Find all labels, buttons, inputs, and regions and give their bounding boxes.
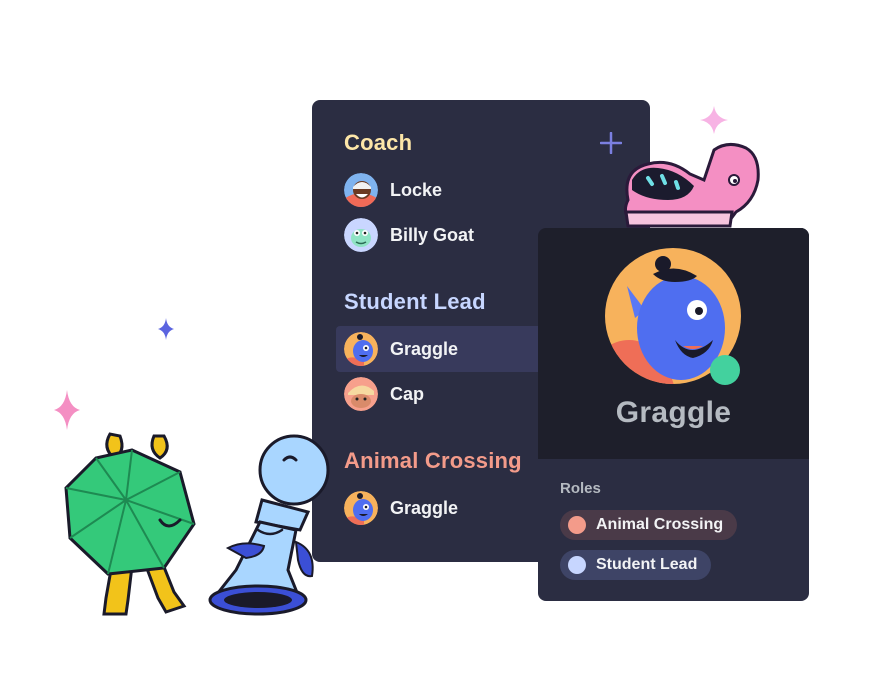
pawn-character-illustration: [208, 434, 330, 616]
role-color-dot: [568, 556, 586, 574]
role-pill-animal-crossing[interactable]: Animal Crossing: [560, 510, 738, 540]
avatar: [344, 218, 378, 252]
role-section-title-coach: Coach: [344, 130, 413, 155]
sparkle-icon: [700, 106, 728, 134]
status-indicator: [710, 355, 740, 385]
member-item-locke[interactable]: Locke: [336, 167, 636, 213]
avatar: [344, 491, 378, 525]
role-label: Student Lead: [596, 556, 698, 573]
profile-header: Graggle: [538, 228, 809, 459]
role-label: Animal Crossing: [596, 516, 724, 533]
role-pill-student-lead[interactable]: Student Lead: [560, 550, 712, 580]
avatar: [344, 173, 378, 207]
member-name: Graggle: [390, 497, 459, 518]
member-name: Locke: [390, 179, 443, 200]
role-section-title-student-lead: Student Lead: [344, 289, 486, 314]
sparkle-icon: [54, 390, 80, 430]
profile-name: Graggle: [615, 396, 732, 429]
member-name: Billy Goat: [390, 224, 475, 245]
roles-heading: Roles: [560, 480, 601, 497]
profile-card: Graggle Roles Animal Crossing Student Le…: [538, 228, 809, 601]
member-name: Graggle: [390, 338, 459, 359]
role-color-dot: [568, 516, 586, 534]
dice-character-illustration: [64, 432, 196, 616]
sneaker-illustration: [623, 143, 760, 228]
sparkle-icon: [158, 318, 174, 340]
role-section-title-animal-crossing: Animal Crossing: [344, 448, 522, 473]
avatar: [344, 377, 378, 411]
avatar: [344, 332, 378, 366]
member-name: Cap: [390, 383, 425, 404]
